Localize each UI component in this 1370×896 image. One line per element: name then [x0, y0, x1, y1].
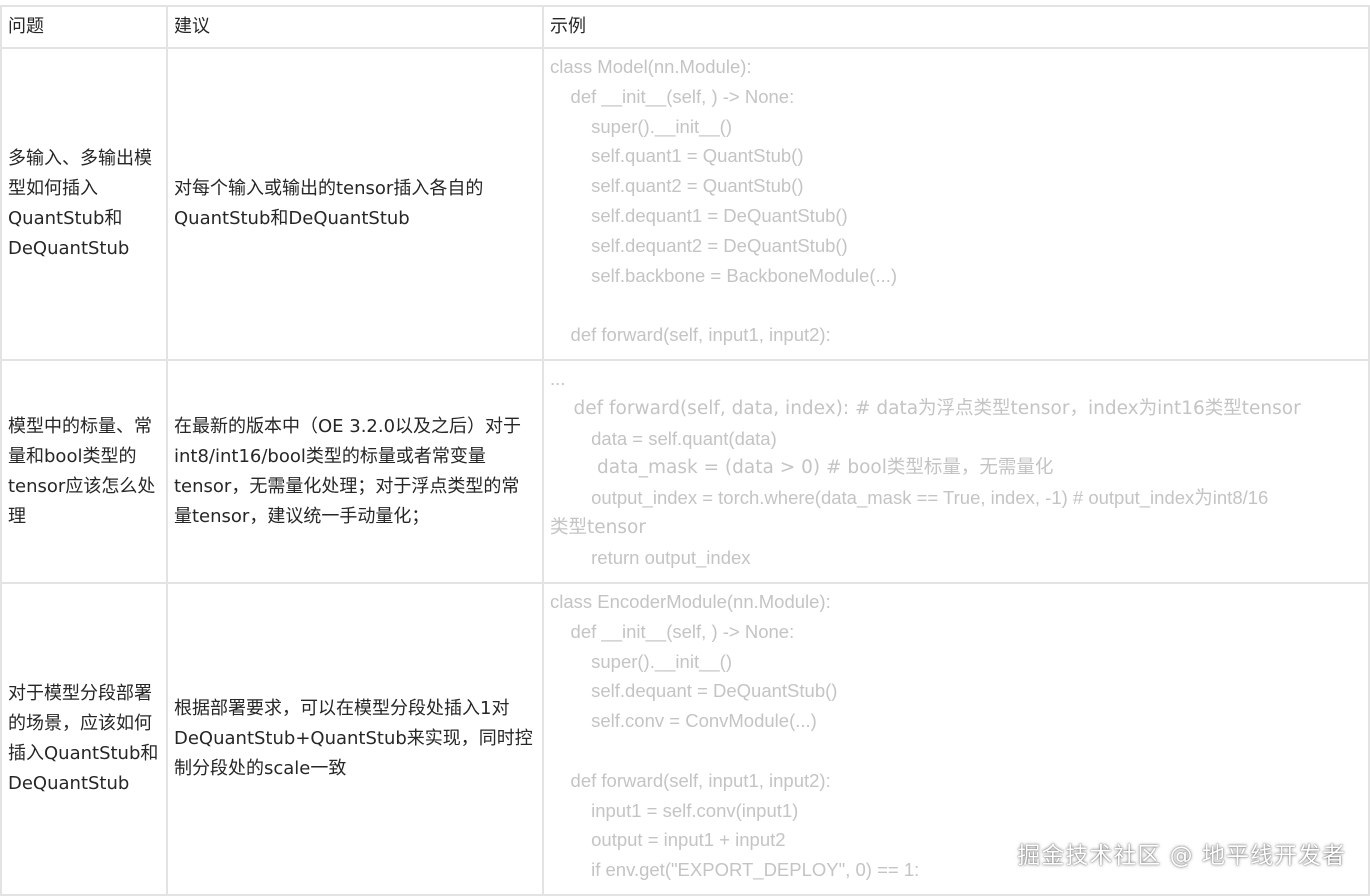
code-line: self.dequant = DeQuantStub()	[550, 680, 838, 702]
question-cell: 多输入、多输出模型如何插入QuantStub和DeQuantStub	[0, 47, 168, 361]
qa-table: 问题 建议 示例 多输入、多输出模型如何插入QuantStub和DeQuantS…	[0, 5, 1370, 896]
example-code-cell: ... def forward(self, data, index): # da…	[542, 359, 1370, 584]
code-line: class Model(nn.Module):	[550, 56, 752, 77]
code-line: input1 = self.conv(input1)	[550, 799, 799, 821]
code-line: 类型tensor	[550, 516, 646, 538]
code-line: def forward(self, input1, input2):	[550, 324, 831, 346]
code-line: return output_index	[550, 546, 751, 568]
table-row: 模型中的标量、常量和bool类型的tensor应该怎么处理 在最新的版本中（OE…	[0, 359, 1370, 584]
code-line: def __init__(self, ) -> None:	[550, 85, 795, 107]
code-line: data = self.quant(data)	[550, 427, 777, 449]
code-line: class EncoderModule(nn.Module):	[550, 591, 831, 612]
question-cell: 模型中的标量、常量和bool类型的tensor应该怎么处理	[0, 359, 168, 584]
column-header-suggestion: 建议	[166, 5, 544, 49]
watermark: 掘金技术社区 @ 地平线开发者	[1017, 843, 1346, 869]
suggestion-cell: 对每个输入或输出的tensor插入各自的QuantStub和DeQuantStu…	[166, 47, 544, 361]
code-line: self.quant2 = QuantStub()	[550, 175, 804, 197]
code-line: ​	[550, 290, 1362, 320]
code-line: ...	[550, 368, 566, 389]
code-line: def __init__(self, ) -> None:	[550, 620, 795, 642]
table-row: 多输入、多输出模型如何插入QuantStub和DeQuantStub 对每个输入…	[0, 47, 1370, 361]
code-line: def forward(self, input1, input2):	[550, 769, 831, 791]
code-line: self.quant1 = QuantStub()	[550, 145, 804, 167]
code-line: super().__init__()	[550, 650, 732, 672]
suggestion-cell: 根据部署要求，可以在模型分段处插入1对DeQuantStub+QuantStub…	[166, 582, 544, 896]
example-code-cell: class Model(nn.Module): def __init__(sel…	[542, 47, 1370, 361]
code-line: output_index = torch.where(data_mask == …	[550, 487, 1269, 509]
code-line: self.backbone = BackboneModule(...)	[550, 264, 898, 286]
code-line: data_mask = (data > 0) # bool类型标量，无需量化	[550, 457, 1054, 479]
code-line: self.dequant2 = DeQuantStub()	[550, 234, 848, 256]
code-line: self.dequant1 = DeQuantStub()	[550, 204, 848, 226]
suggestion-cell: 在最新的版本中（OE 3.2.0以及之后）对于int8/int16/bool类型…	[166, 359, 544, 584]
table-header-row: 问题 建议 示例	[0, 5, 1370, 49]
column-header-question: 问题	[0, 5, 168, 49]
code-line: super().__init__()	[550, 115, 732, 137]
column-header-example: 示例	[542, 5, 1370, 49]
code-line: ​	[550, 736, 1362, 766]
code-line: self.conv = ConvModule(...)	[550, 710, 817, 732]
question-cell: 对于模型分段部署的场景，应该如何插入QuantStub和DeQuantStub	[0, 582, 168, 896]
code-line: def forward(self, data, index): # data为浮…	[550, 397, 1301, 419]
